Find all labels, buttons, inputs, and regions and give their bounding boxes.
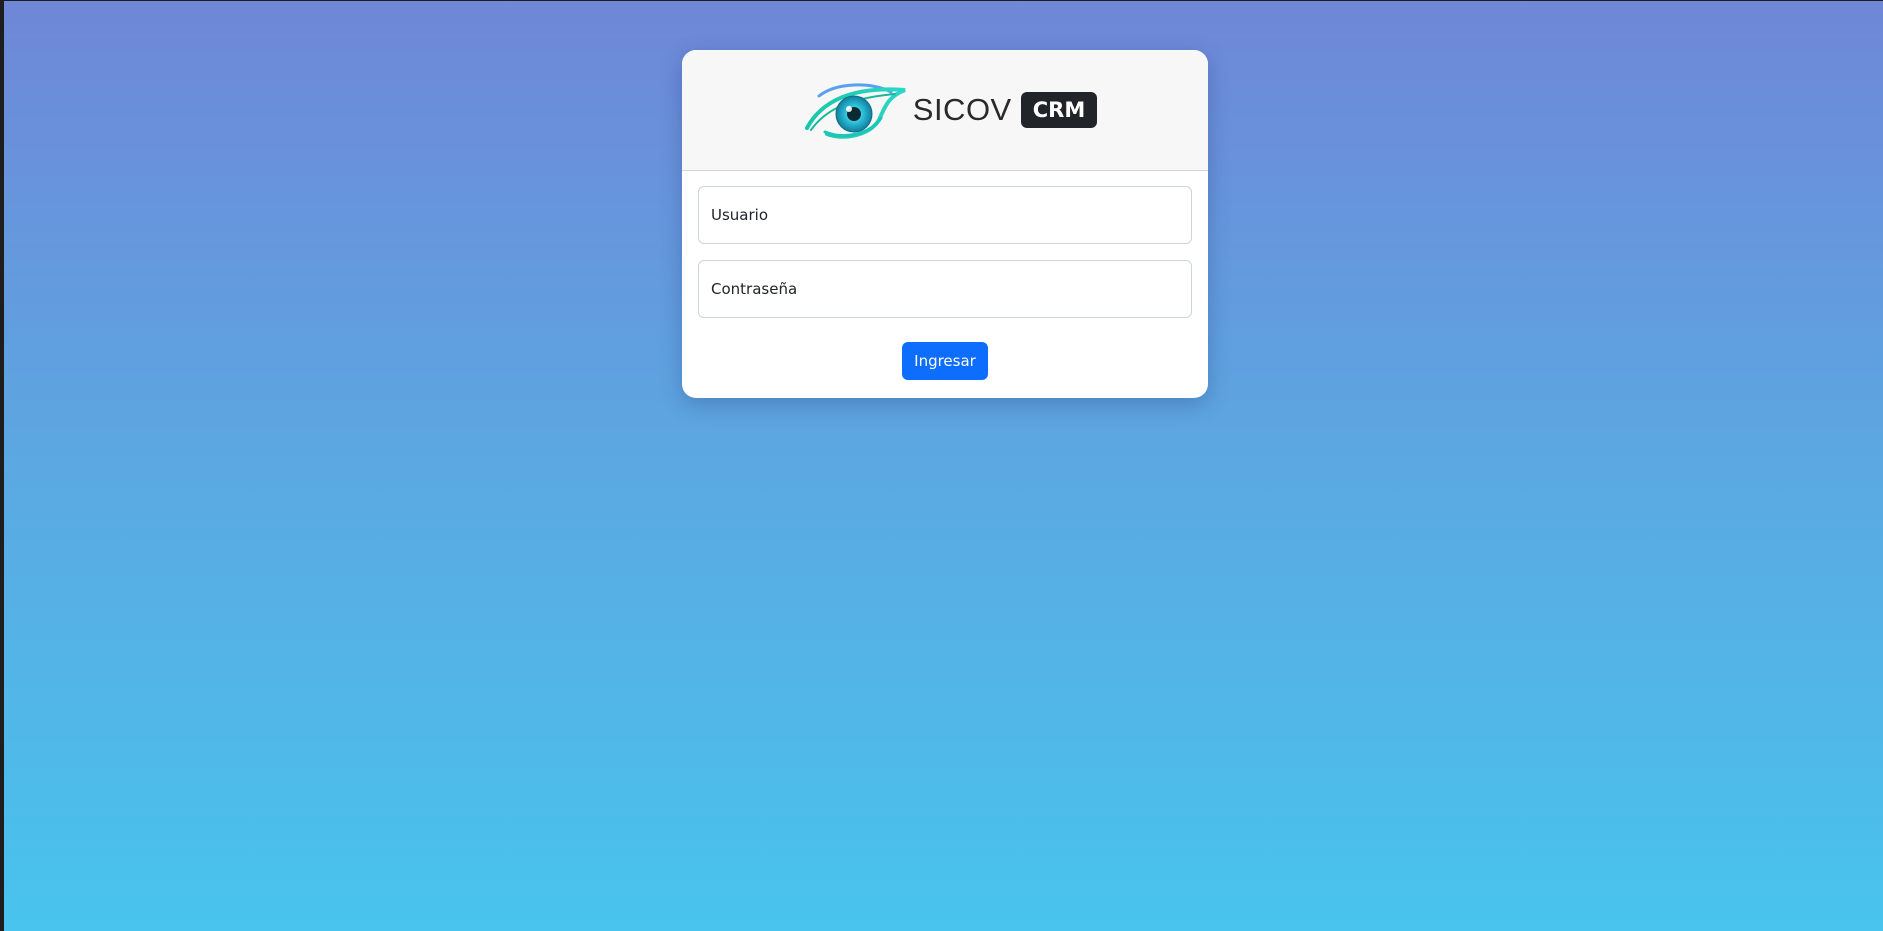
form-actions: Ingresar xyxy=(698,342,1192,380)
eye-icon xyxy=(804,83,906,139)
crm-badge: CRM xyxy=(1020,92,1098,128)
brand-name: SICOV xyxy=(912,92,1012,127)
username-input[interactable] xyxy=(698,186,1192,244)
page-background: SICOV CRM Ingresar xyxy=(4,1,1883,931)
login-card: SICOV CRM Ingresar xyxy=(682,50,1208,398)
login-card-header: SICOV CRM xyxy=(682,50,1208,171)
brand-logo: SICOV CRM xyxy=(804,80,1098,140)
login-form: Ingresar xyxy=(682,171,1208,380)
login-button[interactable]: Ingresar xyxy=(902,342,988,380)
password-input[interactable] xyxy=(698,260,1192,318)
